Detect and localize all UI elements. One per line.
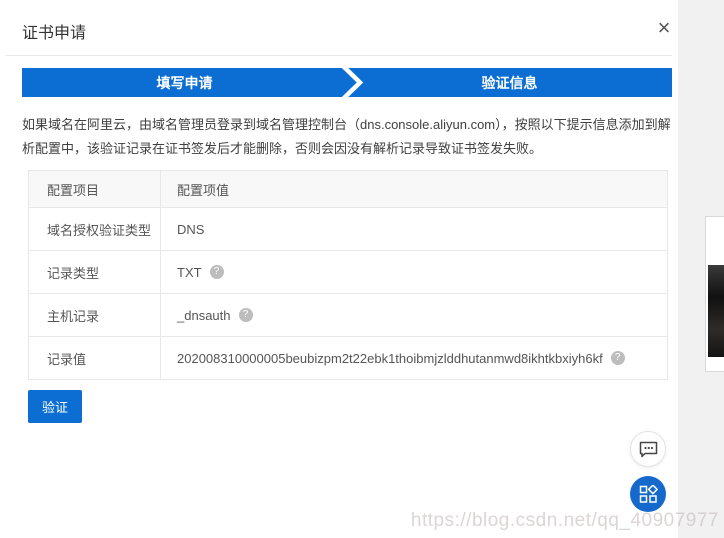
row-value-wrap: _dnsauth ? [161,294,667,336]
dialog-title: 证书申请 [22,19,86,43]
title-divider [6,55,672,56]
row-value: DNS [161,208,667,250]
table-row-record-type: 记录类型 TXT ? [29,250,667,293]
row-value-wrap: TXT ? [161,251,667,293]
table-header-row: 配置项目 配置项值 [29,171,667,207]
table-row-auth-type: 域名授权验证类型 DNS [29,207,667,250]
message-bubble-icon [639,441,658,458]
close-icon[interactable]: × [650,14,678,42]
row-value: TXT [177,265,202,280]
step-fill-application[interactable]: 填写申请 [22,68,347,97]
feedback-chat-button[interactable] [630,431,666,467]
row-value: 202008310000005beubizpm2t22ebk1thoibmjzl… [177,351,603,366]
row-value: _dnsauth [177,308,231,323]
help-icon[interactable]: ? [210,265,224,279]
header-config-item: 配置项目 [29,171,161,207]
mini-apps-button[interactable] [630,476,666,512]
row-label: 记录值 [29,337,161,379]
help-icon[interactable]: ? [239,308,253,322]
table-row-host-record: 主机记录 _dnsauth ? [29,293,667,336]
certificate-application-dialog: 证书申请 × 填写申请 验证信息 如果域名在阿里云，由域名管理员登录到域名管理控… [0,0,678,538]
step-verify-info[interactable]: 验证信息 [347,68,672,97]
help-icon[interactable]: ? [611,351,625,365]
apps-grid-icon [639,485,658,504]
partial-side-widget [705,216,724,372]
row-value-wrap: 202008310000005beubizpm2t22ebk1thoibmjzl… [161,337,667,379]
dns-config-table: 配置项目 配置项值 域名授权验证类型 DNS 记录类型 TXT ? 主机记录 _… [28,170,668,380]
row-label: 记录类型 [29,251,161,293]
step-fill-application-label: 填写申请 [157,73,213,93]
row-label: 主机记录 [29,294,161,336]
header-config-value: 配置项值 [161,171,667,207]
table-row-record-value: 记录值 202008310000005beubizpm2t22ebk1thoib… [29,336,667,379]
row-label: 域名授权验证类型 [29,208,161,250]
dns-instructions-text: 如果域名在阿里云，由域名管理员登录到域名管理控制台（dns.console.al… [22,113,672,161]
partial-side-widget-image [708,265,724,357]
progress-stepper: 填写申请 验证信息 [22,68,672,97]
screenshot-stage: 证书申请 × 填写申请 验证信息 如果域名在阿里云，由域名管理员登录到域名管理控… [0,0,724,538]
verify-button[interactable]: 验证 [28,390,82,423]
step-verify-info-label: 验证信息 [482,73,538,93]
